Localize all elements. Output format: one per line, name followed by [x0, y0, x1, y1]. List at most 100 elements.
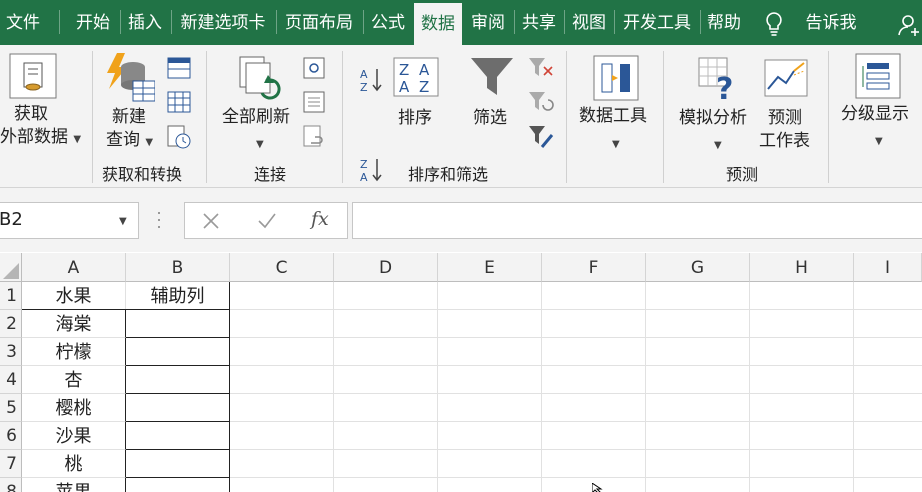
row-header-3[interactable]: 3: [0, 338, 22, 366]
properties-icon[interactable]: [303, 91, 325, 113]
connections-icon[interactable]: [303, 57, 325, 79]
reapply-filter-icon[interactable]: [528, 91, 554, 113]
cell-b1[interactable]: 辅助列: [126, 282, 230, 310]
tab-data[interactable]: 数据: [414, 3, 462, 45]
cell-a4[interactable]: 杏: [22, 366, 126, 394]
filter-funnel-icon: [471, 58, 513, 95]
column-header-i[interactable]: I: [854, 253, 922, 282]
formula-bar-grip[interactable]: [157, 210, 161, 230]
select-all-button[interactable]: [0, 253, 22, 282]
row-header-6[interactable]: 6: [0, 422, 22, 450]
formula-bar: B2 ▼ fx: [0, 188, 922, 252]
data-tools-label: 数据工具: [579, 106, 647, 126]
lightbulb-icon[interactable]: [764, 11, 784, 37]
chevron-down-icon: ▼: [256, 139, 264, 150]
advanced-filter-icon[interactable]: [528, 125, 554, 149]
cell-a8[interactable]: 苹果: [22, 478, 126, 492]
name-box-value: B2: [0, 209, 23, 230]
what-if-icon: ?: [698, 57, 733, 103]
svg-text:Z: Z: [399, 61, 409, 79]
cell-b4[interactable]: [126, 366, 230, 394]
column-header-c[interactable]: C: [230, 253, 334, 282]
tab-developer[interactable]: 开发工具: [616, 0, 698, 45]
cell-b5[interactable]: [126, 394, 230, 422]
refresh-icon: [239, 56, 281, 100]
chevron-down-icon: ▼: [612, 139, 620, 150]
row-header-5[interactable]: 5: [0, 394, 22, 422]
cell-a5[interactable]: 樱桃: [22, 394, 126, 422]
formula-buttons: fx: [184, 202, 348, 239]
new-query-label-1: 新建: [112, 107, 146, 127]
cell-a7[interactable]: 桃: [22, 450, 126, 478]
edit-links-icon[interactable]: [303, 125, 325, 149]
share-person-icon[interactable]: [898, 13, 922, 37]
group-label-connections: 连接: [254, 165, 287, 184]
sort-label: 排序: [398, 108, 432, 128]
cell-a6[interactable]: 沙果: [22, 422, 126, 450]
sort-descending-icon[interactable]: Z A: [360, 157, 382, 183]
get-external-label-1: 获取: [14, 104, 48, 124]
tab-share[interactable]: 共享: [516, 0, 562, 45]
chevron-down-icon[interactable]: ▼: [119, 216, 127, 227]
group-label-get-transform: 获取和转换: [102, 165, 183, 184]
chevron-down-icon: ▼: [73, 134, 82, 145]
row-header-7[interactable]: 7: [0, 450, 22, 478]
refresh-all-label: 全部刷新: [222, 107, 290, 127]
svg-text:A: A: [399, 78, 410, 96]
sort-ascending-icon[interactable]: A Z: [360, 67, 382, 93]
worksheet-grid: A B C D E F G H I 1 2 3 4 5 6 7 8 水果 海棠 …: [0, 253, 922, 492]
new-query-icon: [107, 53, 155, 102]
cell-a3[interactable]: 柠檬: [22, 338, 126, 366]
forecast-chart-icon: [764, 59, 808, 97]
cell-b2[interactable]: [126, 310, 230, 338]
row-header-2[interactable]: 2: [0, 310, 22, 338]
forecast-label-1: 预测: [768, 108, 802, 128]
tab-page-layout[interactable]: 页面布局: [278, 0, 360, 45]
cell-a2[interactable]: 海棠: [22, 310, 126, 338]
tab-file[interactable]: 文件: [0, 0, 46, 45]
column-header-b[interactable]: B: [126, 253, 230, 282]
svg-text:Z: Z: [360, 158, 368, 171]
clear-filter-icon[interactable]: [528, 57, 554, 79]
column-header-h[interactable]: H: [750, 253, 854, 282]
svg-text:A: A: [419, 61, 430, 79]
row-header-4[interactable]: 4: [0, 366, 22, 394]
insert-function-button[interactable]: fx: [311, 208, 329, 230]
tab-view[interactable]: 视图: [566, 0, 612, 45]
svg-text:A: A: [360, 171, 368, 183]
tell-me-search[interactable]: 告诉我: [800, 0, 862, 45]
outline-icon: [855, 53, 901, 99]
cell-b7[interactable]: [126, 450, 230, 478]
row-header-1[interactable]: 1: [0, 282, 22, 310]
cell-b6[interactable]: [126, 422, 230, 450]
recent-sources-icon[interactable]: [167, 125, 191, 149]
row-header-8[interactable]: 8: [0, 478, 22, 492]
empty-cells[interactable]: [230, 282, 922, 492]
data-tools-icon: [593, 55, 639, 101]
formula-input[interactable]: [352, 202, 922, 239]
tab-insert[interactable]: 插入: [122, 0, 168, 45]
cancel-icon[interactable]: [202, 212, 220, 230]
group-label-forecast: 预测: [726, 165, 759, 184]
name-box[interactable]: B2 ▼: [0, 202, 139, 239]
get-external-label-2: 外部数据 ▼: [0, 127, 82, 147]
column-header-f[interactable]: F: [542, 253, 646, 282]
column-header-e[interactable]: E: [438, 253, 542, 282]
tab-new-tab[interactable]: 新建选项卡: [173, 0, 273, 45]
tab-help[interactable]: 帮助: [702, 0, 746, 45]
show-queries-icon[interactable]: [167, 57, 191, 79]
enter-check-icon[interactable]: [257, 212, 277, 230]
cell-b8[interactable]: [126, 478, 230, 492]
svg-text:Z: Z: [360, 81, 368, 93]
from-table-icon[interactable]: [167, 91, 191, 113]
tab-home[interactable]: 开始: [69, 0, 117, 45]
column-header-d[interactable]: D: [334, 253, 438, 282]
column-header-g[interactable]: G: [646, 253, 750, 282]
column-header-a[interactable]: A: [22, 253, 126, 282]
mouse-pointer-icon: [592, 483, 603, 492]
cell-b3[interactable]: [126, 338, 230, 366]
cell-a1[interactable]: 水果: [22, 282, 126, 310]
tab-review[interactable]: 审阅: [465, 0, 511, 45]
svg-text:A: A: [360, 68, 368, 81]
tab-formulas[interactable]: 公式: [365, 0, 411, 45]
